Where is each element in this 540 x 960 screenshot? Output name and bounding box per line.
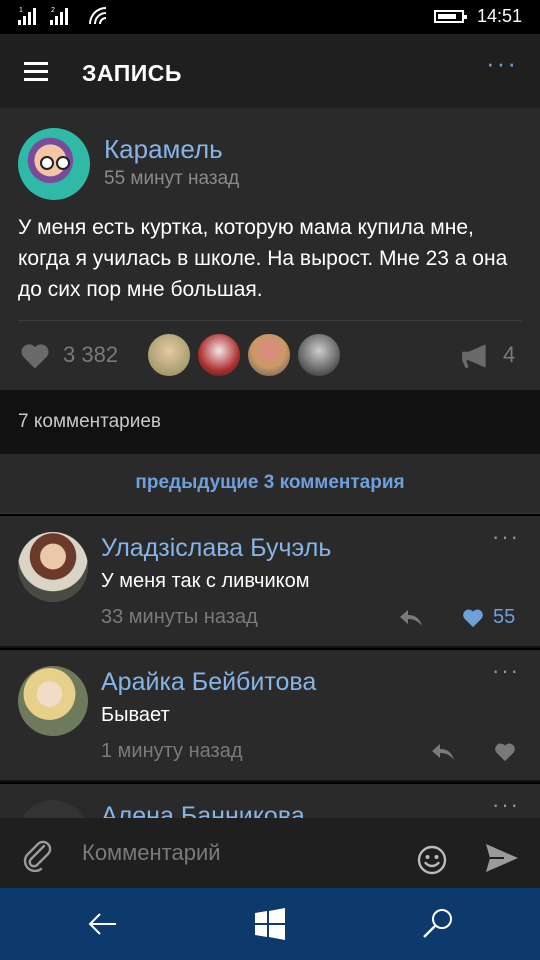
comment-text: Бывает: [101, 704, 170, 726]
comment-item: Уладзіслава Бучэль ··· У меня так с ливч…: [0, 516, 540, 648]
liker-avatar[interactable]: [296, 332, 342, 378]
page-title: ЗАПИСЬ: [82, 60, 182, 86]
svg-text:1: 1: [19, 7, 23, 14]
comment-input[interactable]: [82, 836, 382, 870]
post-author-name[interactable]: Карамель: [104, 134, 223, 165]
paperclip-icon[interactable]: [20, 838, 54, 872]
status-bar: 1 2 14:51: [0, 0, 540, 34]
comments-count: 7 комментариев: [18, 411, 162, 432]
heart-icon[interactable]: [462, 608, 484, 628]
wifi-icon: [89, 7, 107, 25]
previous-comments-button[interactable]: предыдущие 3 комментария: [0, 454, 540, 514]
status-time: 14:51: [476, 6, 522, 26]
liker-avatar[interactable]: [246, 332, 292, 378]
send-icon[interactable]: [484, 842, 520, 874]
comment-composer: [0, 818, 540, 888]
battery-icon: [434, 10, 467, 23]
post-card: Карамель 55 минут назад У меня есть курт…: [0, 108, 540, 390]
heart-icon[interactable]: [494, 742, 516, 762]
comment-author[interactable]: Уладзіслава Бучэль: [101, 534, 331, 563]
comment-timestamp: 1 минуту назад: [101, 740, 243, 762]
signal-strength-icon: 2: [50, 7, 68, 25]
app-bar: ЗАПИСЬ ···: [0, 34, 540, 108]
search-icon[interactable]: [420, 906, 456, 942]
reply-icon[interactable]: [398, 608, 424, 628]
divider: [18, 320, 522, 321]
commenter-avatar[interactable]: [18, 666, 88, 736]
reply-icon[interactable]: [430, 742, 456, 762]
comment-timestamp: 33 минуты назад: [101, 606, 258, 628]
back-arrow-icon[interactable]: [84, 906, 120, 942]
liker-avatar[interactable]: [146, 332, 192, 378]
comments-header: 7 комментариев: [0, 390, 540, 454]
heart-icon[interactable]: [20, 342, 50, 370]
post-timestamp: 55 минут назад: [104, 168, 240, 189]
comment-author[interactable]: Арайка Бейбитова: [101, 668, 316, 697]
more-options-button[interactable]: ···: [486, 48, 518, 79]
previous-comments-label: предыдущие 3 комментария: [135, 472, 405, 493]
comment-more-button[interactable]: ···: [492, 792, 520, 818]
liker-avatar[interactable]: [196, 332, 242, 378]
shares-count[interactable]: 4: [503, 342, 515, 368]
comment-text: У меня так с ливчиком: [101, 570, 310, 592]
svg-text:2: 2: [51, 7, 55, 14]
comment-more-button[interactable]: ···: [492, 658, 520, 684]
post-author-avatar[interactable]: [18, 128, 90, 200]
post-text: У меня есть куртка, которую мама купила …: [18, 216, 508, 301]
signal-strength-icon: 1: [18, 7, 36, 25]
comment-item: Арайка Бейбитова ··· Бывает 1 минуту наз…: [0, 650, 540, 782]
commenter-avatar[interactable]: [18, 532, 88, 602]
comment-more-button[interactable]: ···: [492, 524, 520, 550]
windows-start-icon[interactable]: [252, 906, 288, 942]
megaphone-icon[interactable]: [460, 342, 492, 370]
hamburger-menu-icon[interactable]: [24, 62, 48, 82]
emoji-icon[interactable]: [416, 844, 448, 876]
system-nav-bar: [0, 888, 540, 960]
likes-count[interactable]: 3 382: [63, 342, 118, 368]
comment-likes-count[interactable]: 55: [493, 606, 515, 629]
